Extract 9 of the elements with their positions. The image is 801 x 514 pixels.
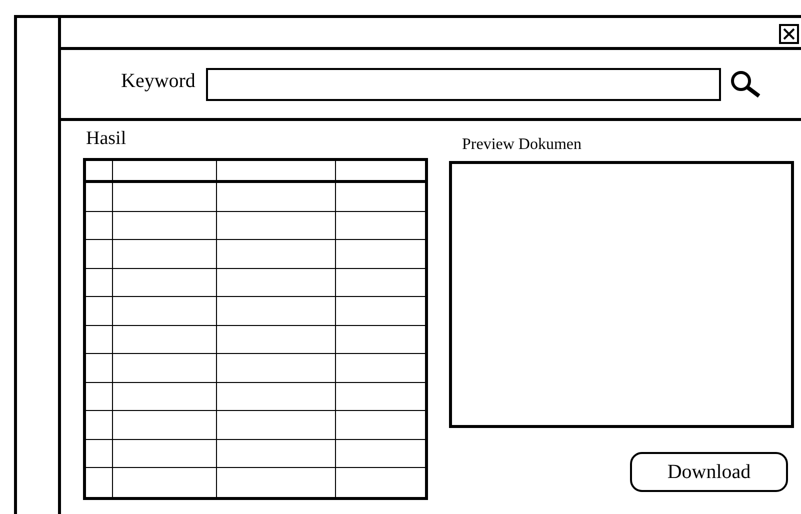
search-icon bbox=[730, 70, 762, 98]
keyword-input-field[interactable] bbox=[206, 68, 722, 100]
keyword-label: Keyword bbox=[121, 70, 196, 92]
search-button[interactable] bbox=[730, 70, 762, 98]
close-icon bbox=[783, 28, 795, 40]
results-title: Hasil bbox=[86, 128, 128, 150]
preview-title: Preview Dokumen bbox=[462, 136, 583, 154]
download-button[interactable]: Download bbox=[630, 452, 788, 492]
close-button[interactable] bbox=[779, 24, 799, 44]
